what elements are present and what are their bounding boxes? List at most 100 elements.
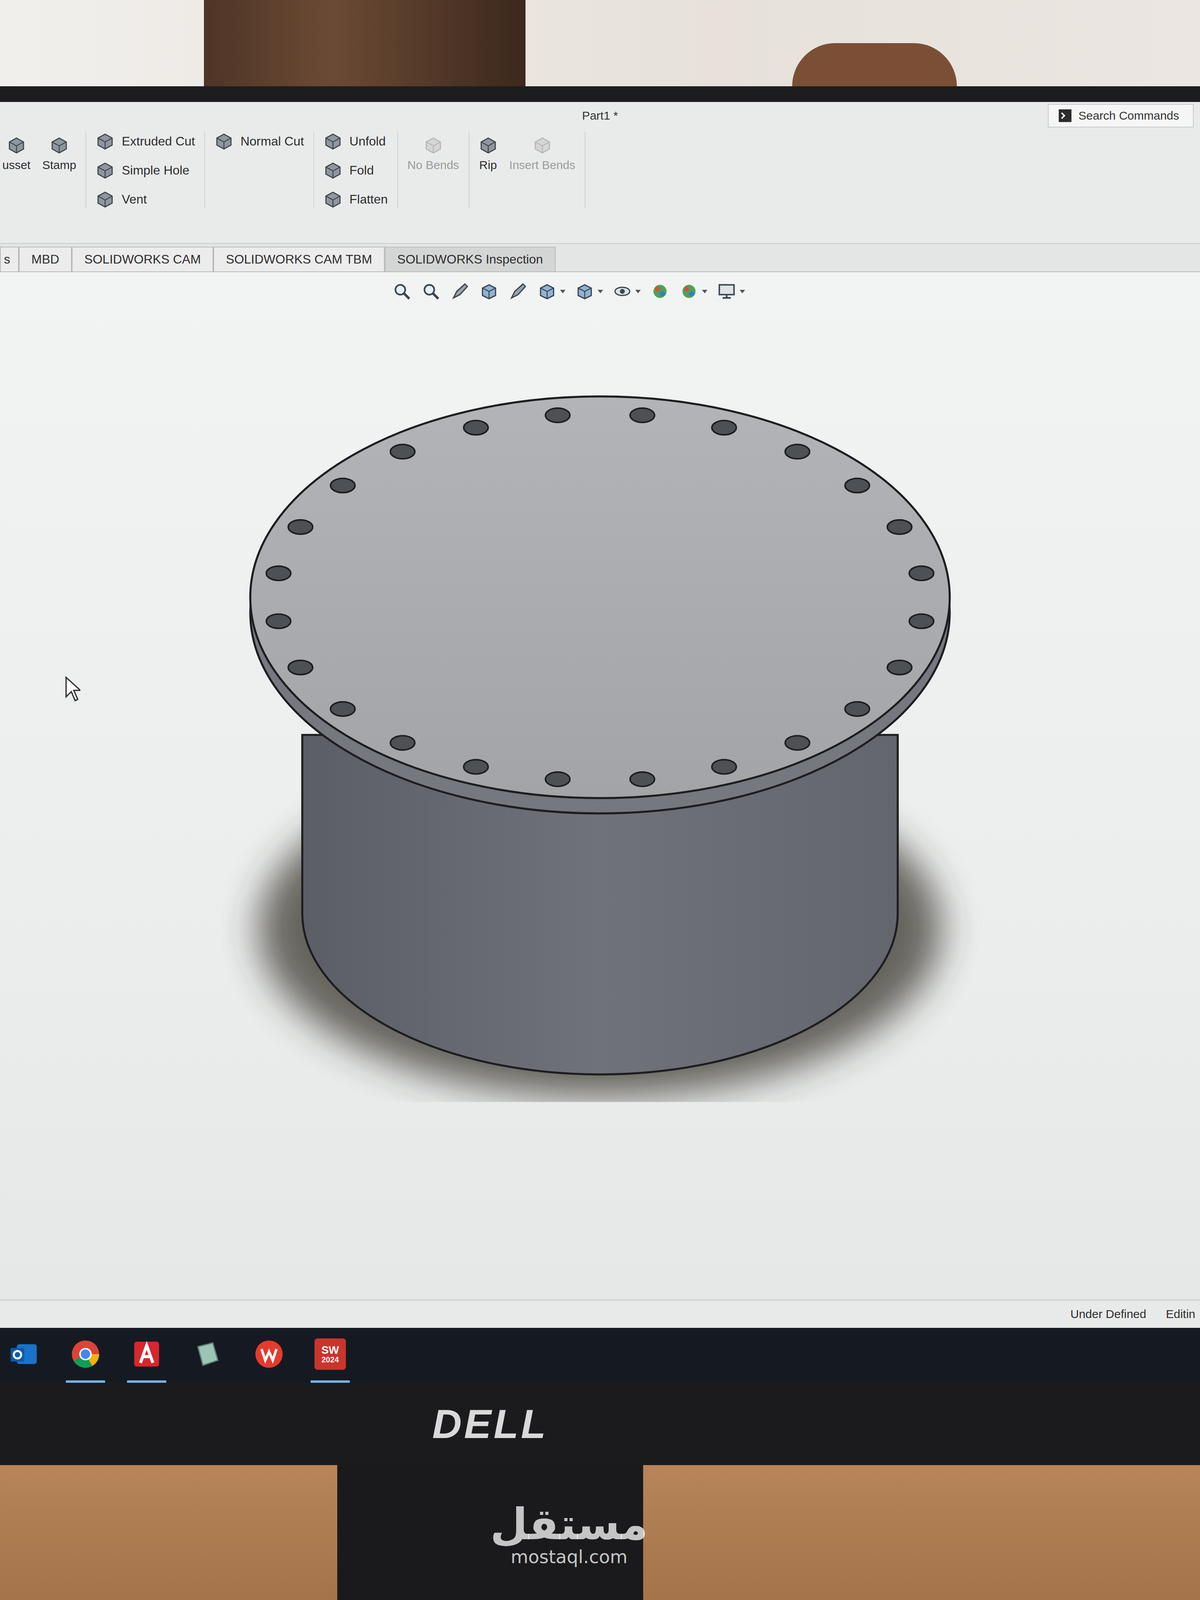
- feature-icon: [49, 135, 69, 155]
- view-tool[interactable]: [716, 281, 746, 302]
- bolt-hole[interactable]: [630, 408, 655, 423]
- bolt-hole[interactable]: [887, 660, 912, 675]
- view-tool[interactable]: [450, 281, 470, 302]
- zoom-icon: [392, 281, 412, 302]
- dropdown-caret[interactable]: [739, 289, 746, 294]
- feature-icon: [323, 189, 343, 209]
- view-tool[interactable]: [650, 281, 670, 302]
- terminal-icon: [1058, 108, 1073, 123]
- bolt-hole[interactable]: [330, 478, 355, 493]
- monitor-bezel: DELL: [0, 1382, 1200, 1466]
- ribbon-group: Normal Cut: [205, 131, 315, 209]
- ribbon-button[interactable]: Insert Bends: [509, 131, 576, 172]
- bolt-hole[interactable]: [288, 520, 313, 535]
- tab[interactable]: SOLIDWORKS Inspection: [384, 246, 556, 272]
- bolt-hole[interactable]: [330, 701, 355, 717]
- view-tool[interactable]: [537, 281, 566, 302]
- bolt-hole[interactable]: [390, 735, 415, 750]
- bolt-hole[interactable]: [711, 420, 737, 435]
- pen-icon: [508, 281, 528, 302]
- bolt-hole[interactable]: [545, 772, 570, 787]
- view-tool[interactable]: [421, 281, 441, 302]
- dropdown-caret[interactable]: [701, 289, 708, 294]
- view-tool[interactable]: [508, 281, 528, 302]
- bolt-hole[interactable]: [266, 566, 291, 581]
- bolt-hole[interactable]: [630, 772, 655, 787]
- view-toolbar: [0, 272, 1138, 302]
- ribbon-button[interactable]: No Bends: [407, 131, 460, 172]
- status-text: Editin: [1165, 1307, 1196, 1321]
- outlook-icon: [9, 1339, 40, 1370]
- taskbar-app[interactable]: [4, 1327, 44, 1383]
- feature-icon: [532, 135, 552, 155]
- solidworks-icon: SW2024: [314, 1338, 346, 1370]
- bolt-hole[interactable]: [390, 444, 415, 459]
- dropdown-caret[interactable]: [635, 289, 641, 294]
- ribbon-button[interactable]: Unfold: [323, 131, 388, 151]
- ribbon-button[interactable]: usset: [2, 131, 31, 172]
- ribbon-button[interactable]: Vent: [95, 189, 195, 209]
- wps-office-icon: [254, 1339, 284, 1370]
- view-tool[interactable]: [574, 281, 604, 302]
- dropdown-caret[interactable]: [597, 289, 604, 294]
- watermark: مستقلmostaql.com: [490, 1501, 648, 1567]
- command-manager-tabs: sMBDSOLIDWORKS CAMSOLIDWORKS CAM TBMSOLI…: [0, 243, 1200, 273]
- status-bar: Under Defined Editin: [0, 1299, 1200, 1328]
- dropdown-caret[interactable]: [560, 289, 566, 294]
- pen-icon: [450, 281, 470, 302]
- ribbon-button[interactable]: Normal Cut: [214, 131, 304, 151]
- bolt-hole[interactable]: [909, 566, 934, 581]
- taskbar-app[interactable]: [188, 1327, 228, 1383]
- ribbon-group: No Bends: [398, 131, 470, 209]
- bolt-hole[interactable]: [266, 614, 291, 629]
- cube-icon: [574, 281, 595, 302]
- ribbon-button[interactable]: Stamp: [42, 131, 77, 172]
- bolt-hole[interactable]: [545, 408, 570, 423]
- tab[interactable]: SOLIDWORKS CAM TBM: [213, 246, 385, 272]
- flange-cylinder-model[interactable]: [222, 367, 978, 1102]
- bolt-hole[interactable]: [785, 444, 810, 459]
- view-tool[interactable]: [392, 281, 412, 302]
- cube-icon: [537, 281, 557, 302]
- bolt-hole[interactable]: [463, 759, 488, 774]
- feature-icon: [95, 131, 115, 151]
- ribbon-button[interactable]: Fold: [323, 160, 388, 180]
- taskbar-app[interactable]: SW2024: [310, 1327, 350, 1383]
- view-tool[interactable]: [612, 281, 641, 302]
- tab[interactable]: SOLIDWORKS CAM: [71, 246, 214, 272]
- bolt-hole[interactable]: [887, 520, 912, 535]
- bolt-hole[interactable]: [711, 759, 737, 774]
- search-commands[interactable]: Search Commands: [1047, 103, 1194, 128]
- taskbar-app[interactable]: [65, 1327, 106, 1383]
- graphics-area[interactable]: [0, 272, 1200, 1300]
- ribbon-group: Rip Insert Bends: [469, 131, 586, 209]
- ribbon-button[interactable]: Flatten: [323, 189, 388, 209]
- taskbar-app[interactable]: [249, 1327, 289, 1383]
- ball-icon: [679, 281, 699, 302]
- ribbon-button[interactable]: Rip: [478, 131, 498, 172]
- ribbon-button[interactable]: Simple Hole: [95, 160, 195, 180]
- bolt-hole[interactable]: [785, 735, 810, 750]
- taskbar-app[interactable]: [127, 1327, 167, 1383]
- status-text: Under Defined: [1070, 1307, 1147, 1321]
- feature-icon: [478, 135, 498, 155]
- bolt-hole[interactable]: [288, 660, 313, 675]
- bolt-hole[interactable]: [845, 701, 870, 717]
- bolt-hole[interactable]: [463, 420, 488, 435]
- chrome-icon: [70, 1339, 101, 1370]
- bolt-hole[interactable]: [845, 478, 870, 493]
- bolt-hole[interactable]: [909, 614, 934, 629]
- ribbon-button[interactable]: Extruded Cut: [95, 131, 195, 151]
- tab[interactable]: s: [0, 246, 19, 272]
- door-frame: [203, 0, 526, 87]
- feature-icon: [214, 131, 234, 151]
- screen: Part1 * Search Commands usset Stamp Extruded…: [0, 101, 1200, 1383]
- arch-window: [792, 43, 957, 87]
- view-tool[interactable]: [679, 281, 708, 302]
- view-tool[interactable]: [479, 281, 499, 302]
- ribbon-group: Unfold Fold Flatten: [314, 131, 399, 209]
- document-title: Part1 *: [574, 105, 626, 126]
- feature-icon: [423, 135, 443, 155]
- tab[interactable]: MBD: [18, 246, 72, 272]
- zoom-icon: [421, 281, 441, 302]
